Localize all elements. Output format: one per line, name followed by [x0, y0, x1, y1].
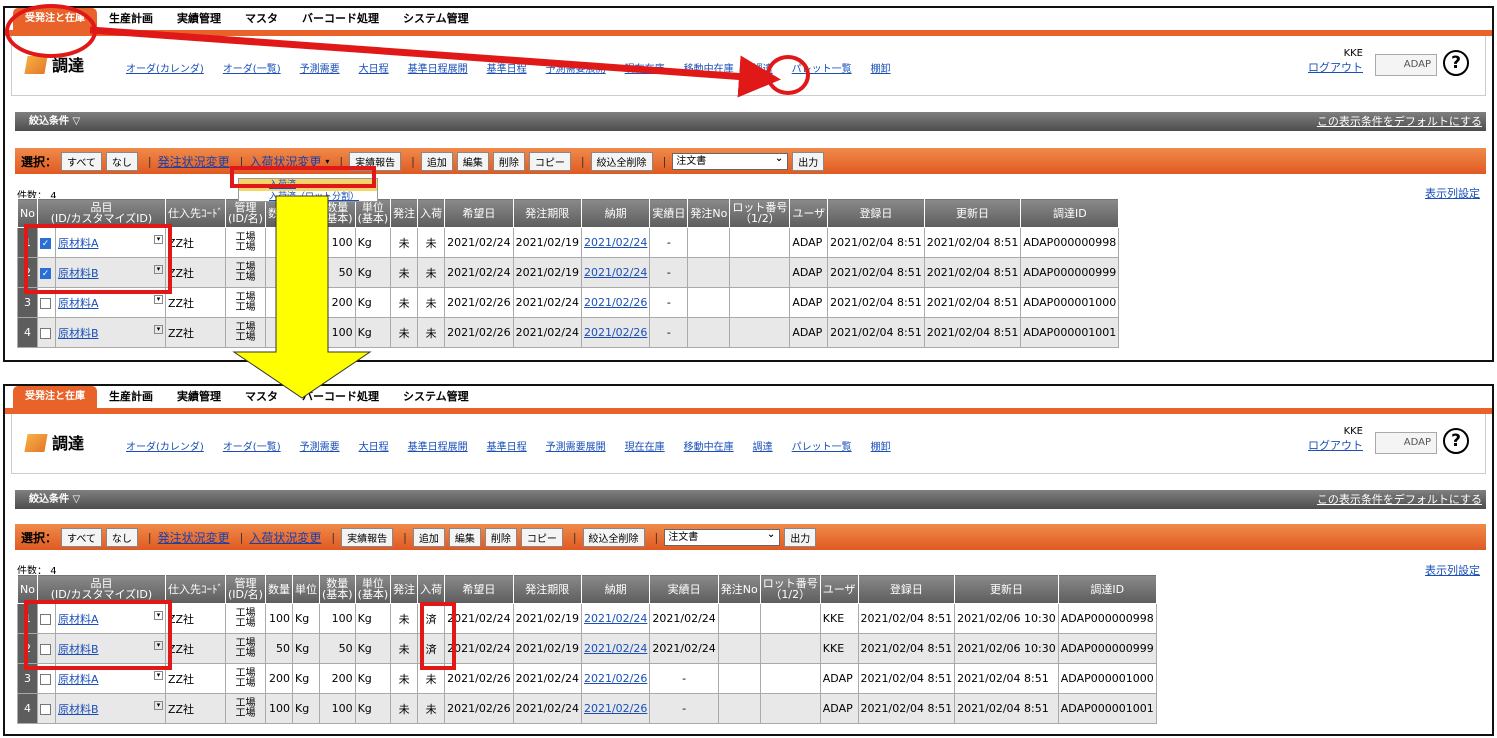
- yellow-down-arrow: [232, 195, 372, 399]
- red-arrow: [89, 26, 781, 98]
- annotation-overlay: [89, 26, 781, 399]
